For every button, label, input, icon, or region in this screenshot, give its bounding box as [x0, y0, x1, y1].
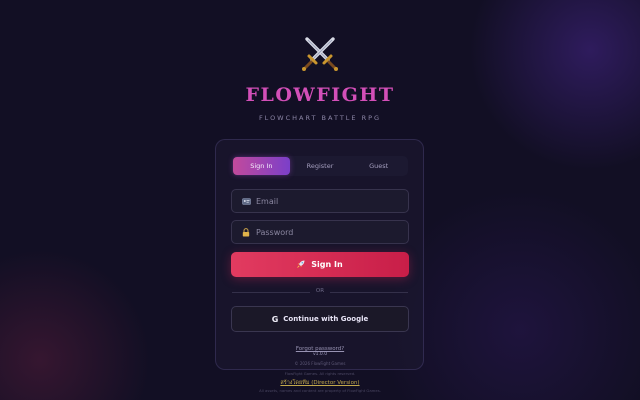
auth-tabs: Sign In Register Guest — [232, 156, 408, 176]
credit-link[interactable]: สร้างโดยทีม (Director Version) — [0, 379, 640, 387]
app-title: FLOWFIGHT — [245, 84, 395, 106]
rocket-icon — [297, 260, 305, 270]
or-label: OR — [315, 288, 325, 294]
google-button-label: Continue with Google — [283, 315, 369, 323]
lock-icon — [241, 227, 251, 237]
password-input[interactable] — [256, 227, 396, 237]
copyright-text: © 2026 FlowFight Games — [294, 361, 346, 366]
crossed-swords-icon — [302, 37, 338, 71]
app-subtitle: FLOWCHART BATTLE RPG — [258, 114, 382, 122]
or-divider: OR — [232, 287, 408, 297]
tab-guest[interactable]: Guest — [350, 157, 407, 175]
tab-register[interactable]: Register — [292, 157, 349, 175]
google-g-icon: G — [271, 314, 279, 324]
email-field — [231, 189, 409, 213]
sign-in-button[interactable]: Sign In — [231, 252, 409, 277]
version-text: v1.0.0 — [312, 352, 328, 357]
sign-in-label: Sign In — [311, 260, 343, 269]
google-sign-in-button[interactable]: G Continue with Google — [231, 306, 409, 332]
email-input[interactable] — [256, 196, 396, 206]
rights-text: FlowFight Games. All rights reserved. — [284, 371, 356, 376]
id-card-icon — [241, 197, 251, 205]
password-field — [231, 220, 409, 244]
footer-note: All assets, names and content are proper… — [259, 388, 381, 393]
tab-sign-in[interactable]: Sign In — [233, 157, 290, 175]
